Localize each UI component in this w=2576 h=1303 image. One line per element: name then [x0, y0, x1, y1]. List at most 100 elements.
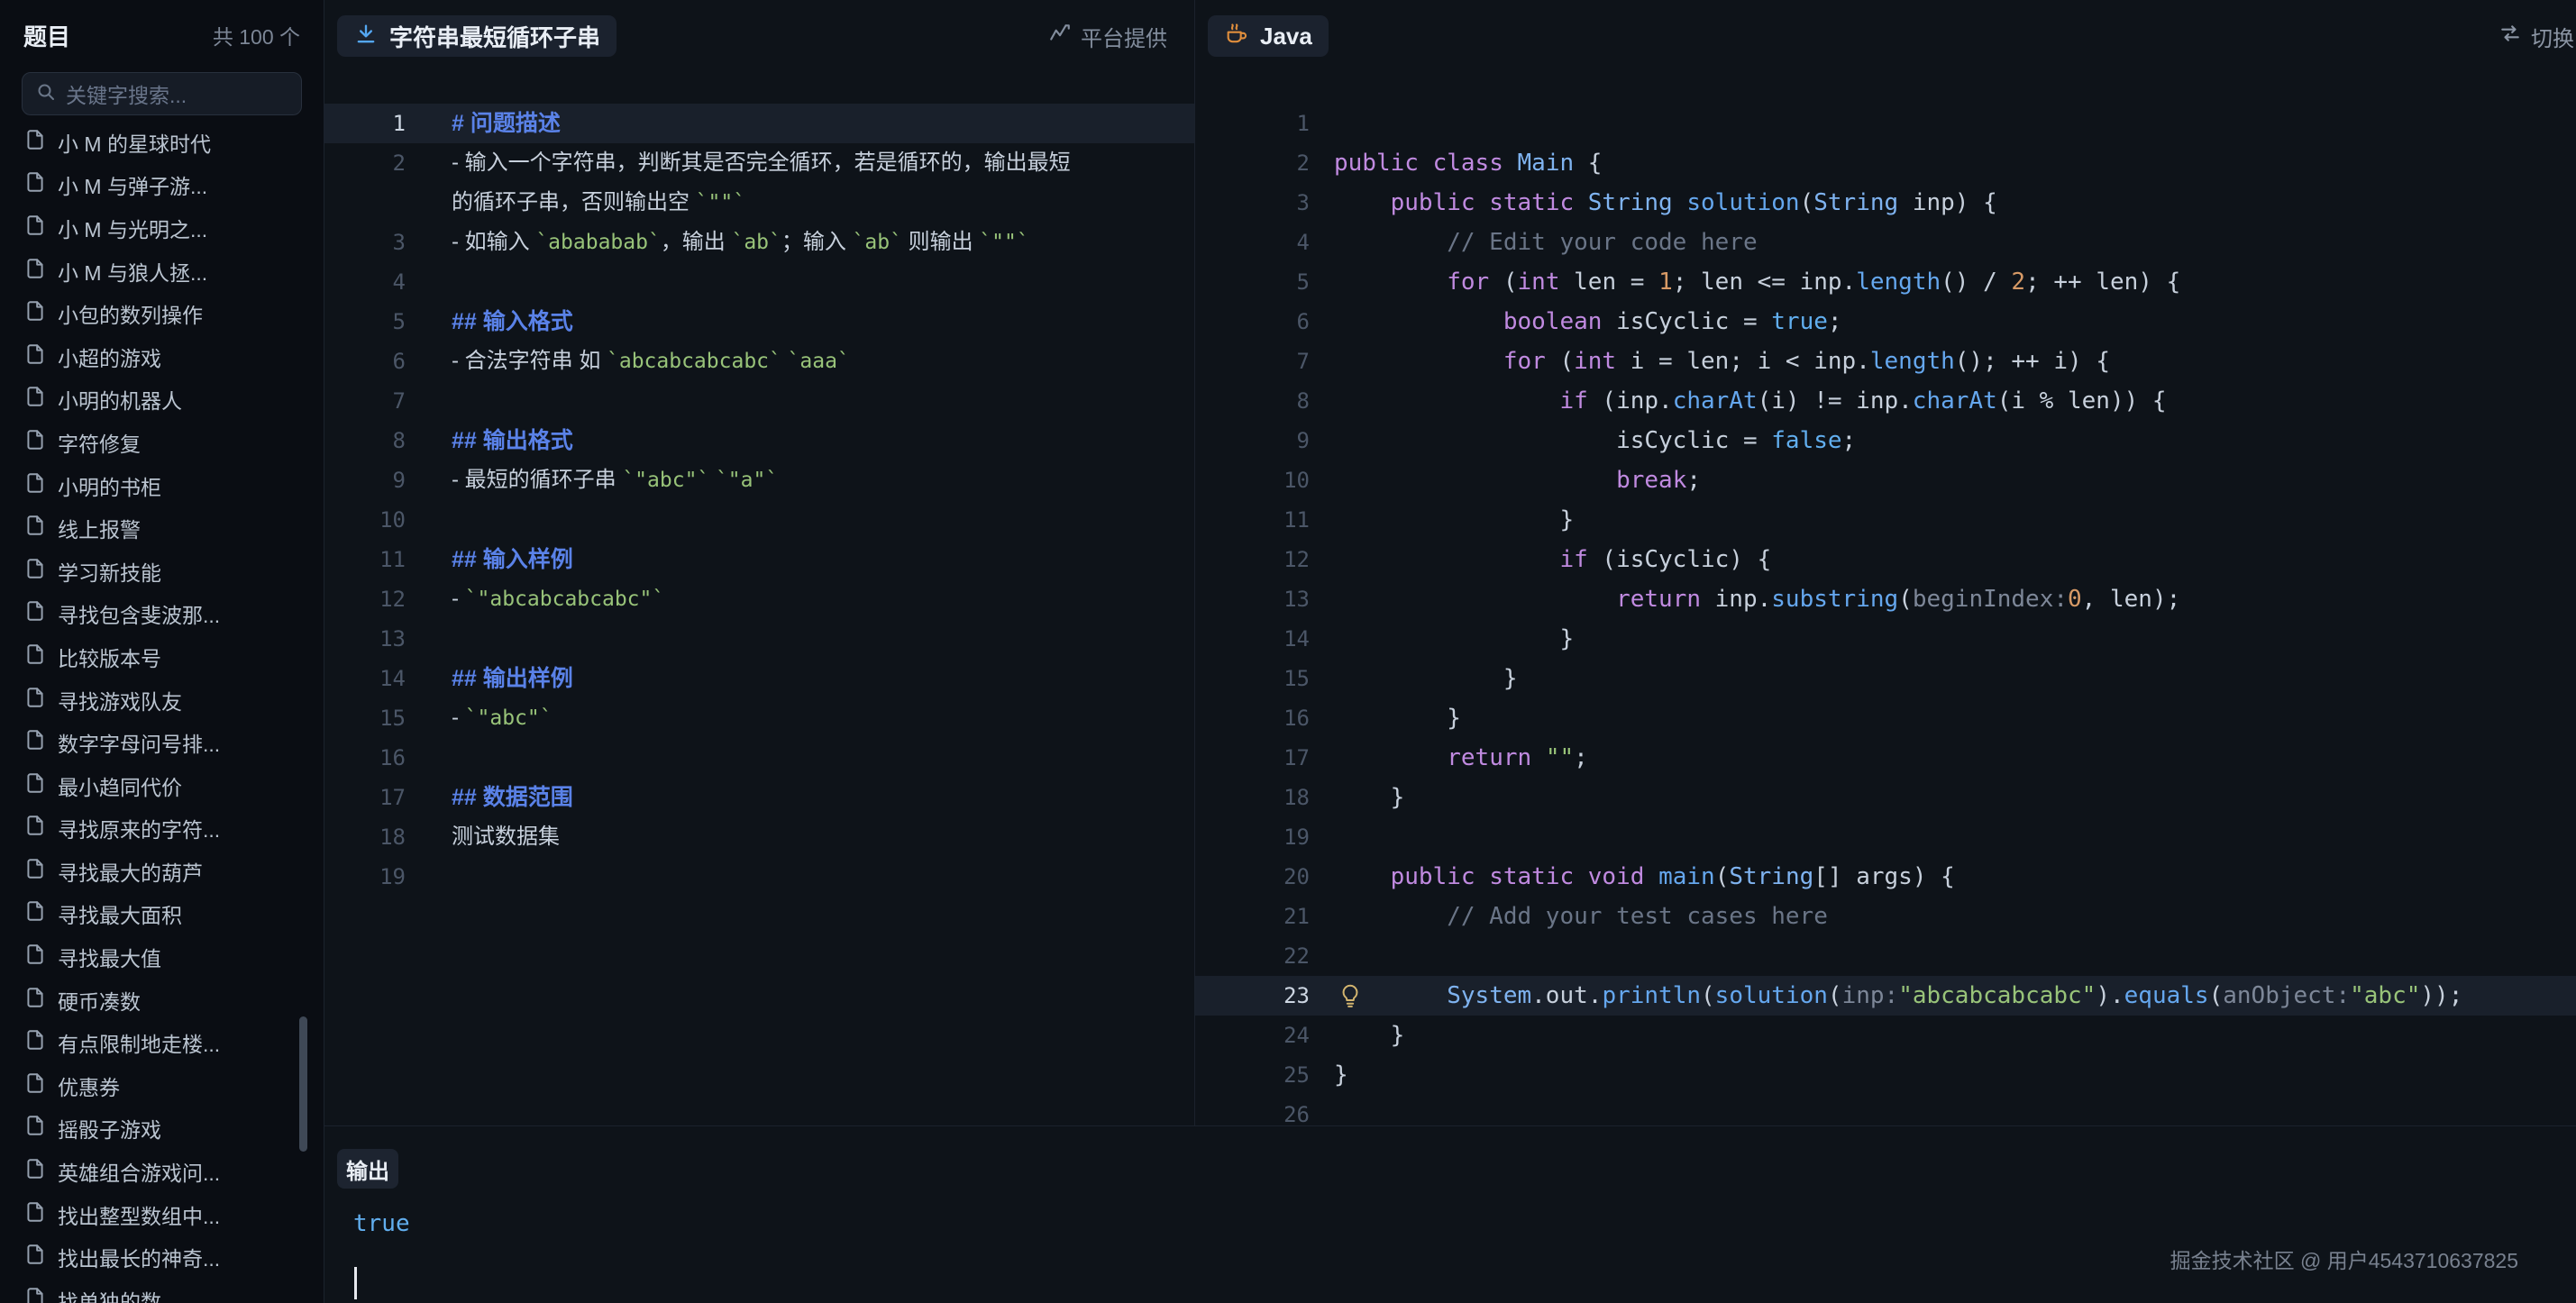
line-number: 12: [1195, 540, 1310, 579]
sidebar-item[interactable]: 小 M 的星球时代: [0, 121, 324, 164]
sidebar-item[interactable]: 字符修复: [0, 421, 324, 464]
sidebar-scrollbar[interactable]: [299, 1016, 307, 1152]
app-root: 题目 共 100 个 关键字搜索... 小 M 的星球时代小 M 与弹子游...…: [0, 0, 2576, 1303]
document-icon: [23, 428, 47, 457]
document-icon: [23, 814, 47, 843]
sidebar-item-label: 小 M 与弹子游...: [58, 169, 207, 200]
sidebar-header: 题目 共 100 个: [0, 0, 324, 70]
sidebar-item-label: 小 M 与光明之...: [58, 213, 207, 243]
language-badge[interactable]: Java: [1208, 15, 1329, 57]
sidebar-item[interactable]: 寻找最大面积: [0, 893, 324, 936]
sidebar-item-label: 学习新技能: [58, 556, 161, 587]
sidebar-item-label: 小 M 的星球时代: [58, 127, 211, 158]
sidebar-item-label: 找出整型数组中...: [58, 1199, 220, 1230]
sidebar-item-label: 小明的书柜: [58, 470, 161, 501]
line-number: [324, 183, 406, 223]
language-label: Java: [1260, 23, 1312, 50]
code-line: 11 }: [1195, 500, 2576, 540]
output-panel[interactable]: 输出 true 掘金技术社区 @ 用户4543710637825: [324, 1125, 2576, 1303]
sidebar-item[interactable]: 小 M 与狼人拯...: [0, 250, 324, 293]
sidebar-item[interactable]: 寻找最大的葫芦: [0, 850, 324, 893]
markdown-line: 16: [324, 738, 1194, 778]
line-number: 4: [324, 262, 406, 302]
arrow-down-icon: [353, 22, 379, 51]
sidebar-item[interactable]: 找出整型数组中...: [0, 1193, 324, 1236]
search-input[interactable]: 关键字搜索...: [22, 72, 302, 115]
sidebar-item-label: 硬币凑数: [58, 985, 141, 1016]
document-icon: [23, 385, 47, 414]
output-label-badge: 输出: [337, 1149, 398, 1189]
code-line-text: }: [1310, 1016, 1404, 1055]
sidebar-item[interactable]: 小明的机器人: [0, 378, 324, 422]
sidebar-item[interactable]: 小超的游戏: [0, 335, 324, 378]
sidebar-item[interactable]: 有点限制地走楼...: [0, 1021, 324, 1064]
sidebar-item[interactable]: 比较版本号: [0, 635, 324, 679]
code-line: 23 System.out.println(solution(inp:"abca…: [1195, 976, 2576, 1016]
code-line-text: for (int len = 1; len <= inp.length() / …: [1310, 262, 2180, 302]
markdown-line-text: - 输入一个字符串，判断其是否完全循环，若是循环的，输出最短: [406, 143, 1071, 183]
problem-list: 小 M 的星球时代小 M 与弹子游... 小 M 与光明之... 小 M 与狼人拯.…: [0, 121, 324, 1303]
sidebar-item[interactable]: 寻找原来的字符...: [0, 807, 324, 851]
sidebar-item[interactable]: 摇骰子游戏: [0, 1107, 324, 1151]
line-number: 15: [1195, 659, 1310, 698]
sidebar-item[interactable]: 小 M 与弹子游...: [0, 164, 324, 207]
sidebar-item[interactable]: 数字字母问号排...: [0, 721, 324, 764]
line-number: 9: [324, 460, 406, 500]
document-icon: [23, 1114, 47, 1143]
code-line: 26: [1195, 1095, 2576, 1125]
sidebar-item[interactable]: 最小趋同代价: [0, 764, 324, 807]
markdown-line-text: - 最短的循环子串 `"abc"` `"a"`: [406, 460, 778, 500]
sidebar-item[interactable]: 学习新技能: [0, 550, 324, 593]
markdown-line-text: - 合法字符串 如 `abcabcabcabc` `aaa`: [406, 342, 850, 381]
code-editor[interactable]: 12public class Main {3 public static Str…: [1195, 72, 2576, 1125]
document-icon: [23, 1286, 47, 1303]
lightbulb-icon[interactable]: [1337, 982, 1364, 1009]
code-line-text: boolean isCyclic = true;: [1310, 302, 1842, 342]
code-line-text: }: [1310, 778, 1404, 817]
sidebar-item[interactable]: 寻找包含斐波那...: [0, 593, 324, 636]
sidebar-item[interactable]: 线上报警: [0, 506, 324, 550]
code-line: 6 boolean isCyclic = true;: [1195, 302, 2576, 342]
line-number: 2: [324, 143, 406, 183]
document-icon: [23, 1071, 47, 1100]
sidebar-item[interactable]: 寻找游戏队友: [0, 679, 324, 722]
output-label: 输出: [346, 1153, 389, 1185]
sidebar-item[interactable]: 找出最长的神奇...: [0, 1235, 324, 1279]
code-line: 19: [1195, 817, 2576, 857]
switch-language-button[interactable]: 切换: [2498, 0, 2574, 72]
code-line-text: return "";: [1310, 738, 1588, 778]
document-icon: [23, 257, 47, 286]
line-number: 16: [324, 738, 406, 778]
sidebar-item[interactable]: 寻找最大值: [0, 935, 324, 979]
line-number: 22: [1195, 936, 1310, 976]
sidebar-item-label: 字符修复: [58, 427, 141, 458]
sidebar-item[interactable]: 小包的数列操作: [0, 292, 324, 335]
sidebar-item[interactable]: 英雄组合游戏问...: [0, 1150, 324, 1193]
markdown-line-text: ## 输入格式: [406, 302, 573, 342]
sidebar-item[interactable]: 小 M 与光明之...: [0, 206, 324, 250]
document-icon: [23, 471, 47, 500]
line-number: 3: [1195, 183, 1310, 223]
markdown-editor[interactable]: 1# 问题描述2- 输入一个字符串，判断其是否完全循环，若是循环的，输出最短的循…: [324, 72, 1194, 1125]
sidebar-item-label: 小明的机器人: [58, 384, 182, 415]
sidebar-item[interactable]: 找单独的数: [0, 1279, 324, 1303]
document-icon: [23, 214, 47, 242]
code-line-text: public static void main(String[] args) {: [1310, 857, 1955, 897]
markdown-line: 4: [324, 262, 1194, 302]
code-line-text: [1310, 104, 1334, 143]
markdown-line: 1# 问题描述: [324, 104, 1194, 143]
document-icon: [23, 1200, 47, 1229]
line-number: 17: [1195, 738, 1310, 778]
sidebar-item[interactable]: 优惠券: [0, 1064, 324, 1107]
markdown-line: 19: [324, 857, 1194, 897]
document-icon: [23, 943, 47, 971]
sidebar-item[interactable]: 小明的书柜: [0, 464, 324, 507]
main-area: 字符串最短循环子串 平台提供 1# 问题描述2- 输入一个字符串，判断其是否完全…: [324, 0, 2576, 1303]
platform-provided-label: 平台提供: [1048, 21, 1167, 52]
line-number: 7: [1195, 342, 1310, 381]
sidebar-item[interactable]: 硬币凑数: [0, 979, 324, 1022]
sidebar-item-label: 最小趋同代价: [58, 770, 182, 801]
markdown-line-text: ## 输出格式: [406, 421, 573, 460]
markdown-line: 11## 输入样例: [324, 540, 1194, 579]
line-number: 5: [1195, 262, 1310, 302]
